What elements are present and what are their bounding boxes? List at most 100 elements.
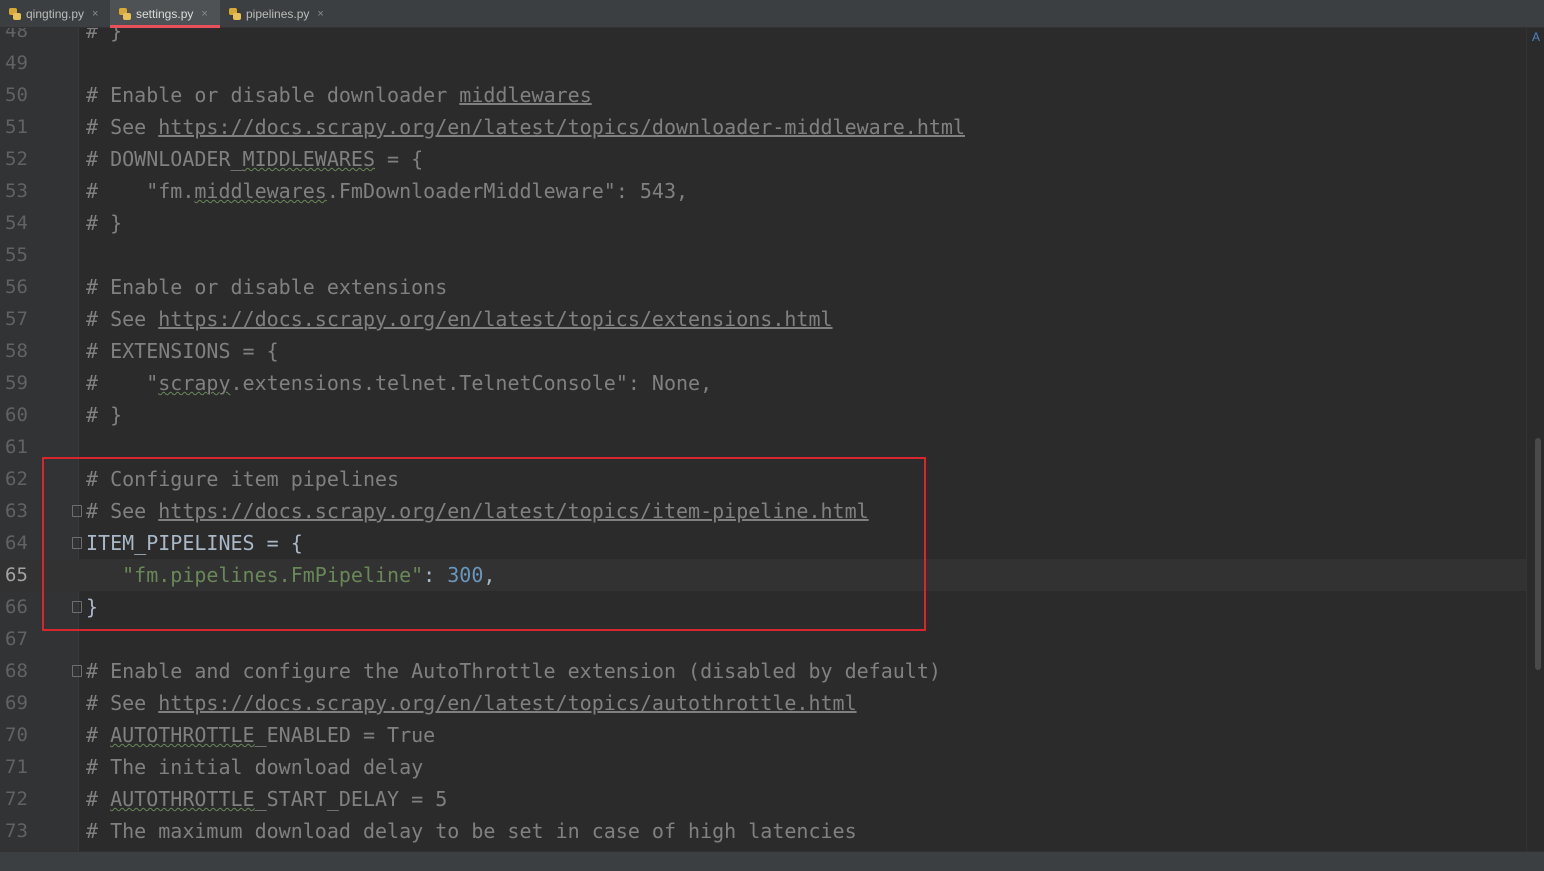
code-text: # See https://docs.scrapy.org/en/latest/… — [86, 303, 833, 335]
code-token: # " — [86, 371, 159, 395]
code-token: # See — [86, 307, 159, 331]
code-token: _ENABLED = True — [254, 723, 436, 747]
code-line[interactable]: 73 # The maximum download delay to be set… — [0, 815, 1526, 847]
python-file-icon — [229, 8, 241, 20]
code-token: # } — [86, 211, 123, 235]
code-text: # Enable or disable downloader middlewar… — [86, 79, 592, 111]
line-number: 66 — [5, 596, 28, 618]
code-text: # } — [86, 399, 122, 431]
line-number: 49 — [5, 52, 28, 74]
line-number: 64 — [5, 532, 28, 554]
code-line[interactable]: 49 — [0, 47, 1526, 79]
close-icon[interactable]: × — [317, 8, 323, 20]
code-token: middlewares — [459, 83, 592, 107]
code-token: # "fm. — [86, 179, 195, 203]
line-number: 48 — [5, 28, 28, 42]
code-token: # Enable or disable downloader — [86, 83, 460, 107]
close-icon[interactable]: × — [201, 8, 207, 20]
code-token: # — [86, 787, 111, 811]
code-line[interactable]: 58 # EXTENSIONS = { — [0, 335, 1526, 367]
code-token: scrapy — [158, 371, 231, 395]
line-number: 63 — [5, 500, 28, 522]
code-line[interactable]: 60 # } — [0, 399, 1526, 431]
code-line[interactable]: 50 # Enable or disable downloader middlew… — [0, 79, 1526, 111]
line-number: 50 — [5, 84, 28, 106]
line-number: 67 — [5, 628, 28, 650]
close-icon[interactable]: × — [92, 8, 98, 20]
line-number: 65 — [5, 564, 28, 586]
fold-marker-icon[interactable] — [72, 665, 82, 677]
line-number: 69 — [5, 692, 28, 714]
line-number: 70 — [5, 724, 28, 746]
code-token: .extensions.telnet.TelnetConsole": None, — [230, 371, 713, 395]
code-line[interactable]: 57 # See https://docs.scrapy.org/en/lates… — [0, 303, 1526, 335]
annotation-highlight-box — [42, 457, 926, 631]
line-number: 73 — [5, 820, 28, 842]
tab-label: settings.py — [136, 7, 194, 21]
code-token: middlewares — [194, 179, 327, 203]
status-bar — [0, 851, 1544, 871]
code-line[interactable]: 72 # AUTOTHROTTLE_START_DELAY = 5 — [0, 783, 1526, 815]
scrollbar-thumb[interactable] — [1535, 438, 1541, 670]
line-number: 57 — [5, 308, 28, 330]
code-text: # AUTOTHROTTLE_ENABLED = True — [86, 719, 435, 751]
code-token: # } — [86, 28, 123, 43]
code-line[interactable]: 59 # "scrapy.extensions.telnet.TelnetCons… — [0, 367, 1526, 399]
vertical-scrollbar[interactable] — [1526, 28, 1544, 851]
code-text: # See https://docs.scrapy.org/en/latest/… — [86, 687, 857, 719]
code-text: # Enable and configure the AutoThrottle … — [86, 655, 941, 687]
code-line[interactable]: 69 # See https://docs.scrapy.org/en/lates… — [0, 687, 1526, 719]
code-text: # The initial download delay — [86, 751, 423, 783]
code-text: # "fm.middlewares.FmDownloaderMiddleware… — [86, 175, 688, 207]
tab-label: qingting.py — [26, 7, 85, 21]
code-editor[interactable]: 48 # } 49 50 # Enable or disable downloader … — [0, 28, 1526, 851]
code-token: _START_DELAY = 5 — [254, 787, 448, 811]
reader-mode-icon[interactable]: A — [1532, 30, 1540, 44]
code-line[interactable]: 55 — [0, 239, 1526, 271]
code-text: # Enable or disable extensions — [86, 271, 447, 303]
tab-pipelines[interactable]: pipelines.py × — [220, 0, 332, 28]
line-number: 51 — [5, 116, 28, 138]
code-line[interactable]: 52 # DOWNLOADER_MIDDLEWARES = { — [0, 143, 1526, 175]
line-number: 68 — [5, 660, 28, 682]
editor-tab-bar: qingting.py × settings.py × pipelines.py… — [0, 0, 1544, 28]
line-number: 58 — [5, 340, 28, 362]
tab-settings[interactable]: settings.py × — [110, 0, 220, 28]
code-token: # The maximum download delay to be set i… — [86, 819, 857, 843]
code-text: # EXTENSIONS = { — [86, 335, 279, 367]
code-line[interactable]: 48 # } — [0, 28, 1526, 47]
code-token: # DOWNLOADER_ — [86, 147, 243, 171]
code-token: https://docs.scrapy.org/en/latest/topics… — [158, 307, 833, 331]
code-token: MIDDLEWARES — [242, 147, 375, 171]
line-number: 61 — [5, 436, 28, 458]
line-number: 54 — [5, 212, 28, 234]
code-line[interactable]: 53 # "fm.middlewares.FmDownloaderMiddlewa… — [0, 175, 1526, 207]
code-token: # — [86, 723, 111, 747]
code-line[interactable]: 68 # Enable and configure the AutoThrottl… — [0, 655, 1526, 687]
code-token: # EXTENSIONS = { — [86, 339, 279, 363]
code-line[interactable]: 54 # } — [0, 207, 1526, 239]
code-line[interactable]: 70 # AUTOTHROTTLE_ENABLED = True — [0, 719, 1526, 751]
code-text: # } — [86, 28, 122, 47]
code-line[interactable]: 71 # The initial download delay — [0, 751, 1526, 783]
code-token: # } — [86, 403, 123, 427]
code-line[interactable]: 51 # See https://docs.scrapy.org/en/lates… — [0, 111, 1526, 143]
code-token: # Enable or disable extensions — [86, 275, 448, 299]
line-number: 53 — [5, 180, 28, 202]
code-text: # See https://docs.scrapy.org/en/latest/… — [86, 111, 965, 143]
code-text: # "scrapy.extensions.telnet.TelnetConsol… — [86, 367, 712, 399]
tab-qingting[interactable]: qingting.py × — [0, 0, 110, 28]
code-text: # AUTOTHROTTLE_START_DELAY = 5 — [86, 783, 447, 815]
code-token: # See — [86, 115, 159, 139]
code-text: # The maximum download delay to be set i… — [86, 815, 857, 847]
code-token: # The initial download delay — [86, 755, 424, 779]
code-token: .FmDownloaderMiddleware": 543, — [326, 179, 689, 203]
code-token: https://docs.scrapy.org/en/latest/topics… — [158, 691, 857, 715]
line-number: 62 — [5, 468, 28, 490]
tab-label: pipelines.py — [246, 7, 310, 21]
line-number: 56 — [5, 276, 28, 298]
line-number: 60 — [5, 404, 28, 426]
code-line[interactable]: 56 # Enable or disable extensions — [0, 271, 1526, 303]
code-token: # Enable and configure the AutoThrottle … — [86, 659, 941, 683]
code-text: # DOWNLOADER_MIDDLEWARES = { — [86, 143, 423, 175]
